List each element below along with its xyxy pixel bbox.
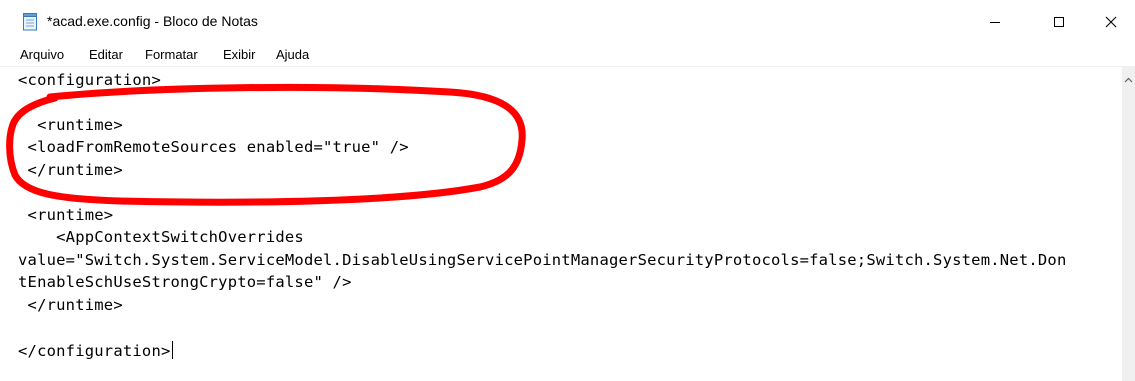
editor-line: <loadFromRemoteSources enabled="true" /> <box>18 138 409 156</box>
close-button[interactable] <box>1083 0 1135 44</box>
menu-formatar[interactable]: Formatar <box>145 47 198 62</box>
editor-line: </runtime> <box>18 296 123 314</box>
editor-line-last: </configuration> <box>18 341 173 363</box>
minimize-icon <box>989 13 1001 32</box>
editor-line: <AppContextSwitchOverrides <box>18 228 304 246</box>
text-caret <box>171 341 173 359</box>
menu-exibir[interactable]: Exibir <box>223 47 256 62</box>
editor-line: <configuration> <box>18 71 161 89</box>
text-editor[interactable]: <configuration> <runtime> <loadFromRemot… <box>0 66 1122 381</box>
title-bar[interactable]: *acad.exe.config - Bloco de Notas <box>0 0 1135 44</box>
editor-line: <runtime> <box>18 116 123 134</box>
menu-ajuda[interactable]: Ajuda <box>276 47 309 62</box>
maximize-button[interactable] <box>1031 0 1087 44</box>
editor-line-text: </configuration> <box>18 342 171 360</box>
chevron-up-icon <box>1124 68 1133 87</box>
menu-bar: Arquivo Editar Formatar Exibir Ajuda <box>0 44 1135 66</box>
notepad-icon <box>22 13 39 31</box>
editor-line: value="Switch.System.ServiceModel.Disabl… <box>18 251 1067 269</box>
editor-line: </runtime> <box>18 161 123 179</box>
maximize-icon <box>1053 13 1065 32</box>
window-title: *acad.exe.config - Bloco de Notas <box>47 13 258 29</box>
editor-line: tEnableSchUseStrongCrypto=false" /> <box>18 273 352 291</box>
scroll-up-button[interactable] <box>1122 70 1135 84</box>
menu-editar[interactable]: Editar <box>89 47 123 62</box>
close-icon <box>1105 13 1117 32</box>
minimize-button[interactable] <box>967 0 1023 44</box>
menu-arquivo[interactable]: Arquivo <box>20 47 64 62</box>
vertical-scrollbar[interactable] <box>1122 66 1135 381</box>
editor-line: <runtime> <box>18 206 114 224</box>
